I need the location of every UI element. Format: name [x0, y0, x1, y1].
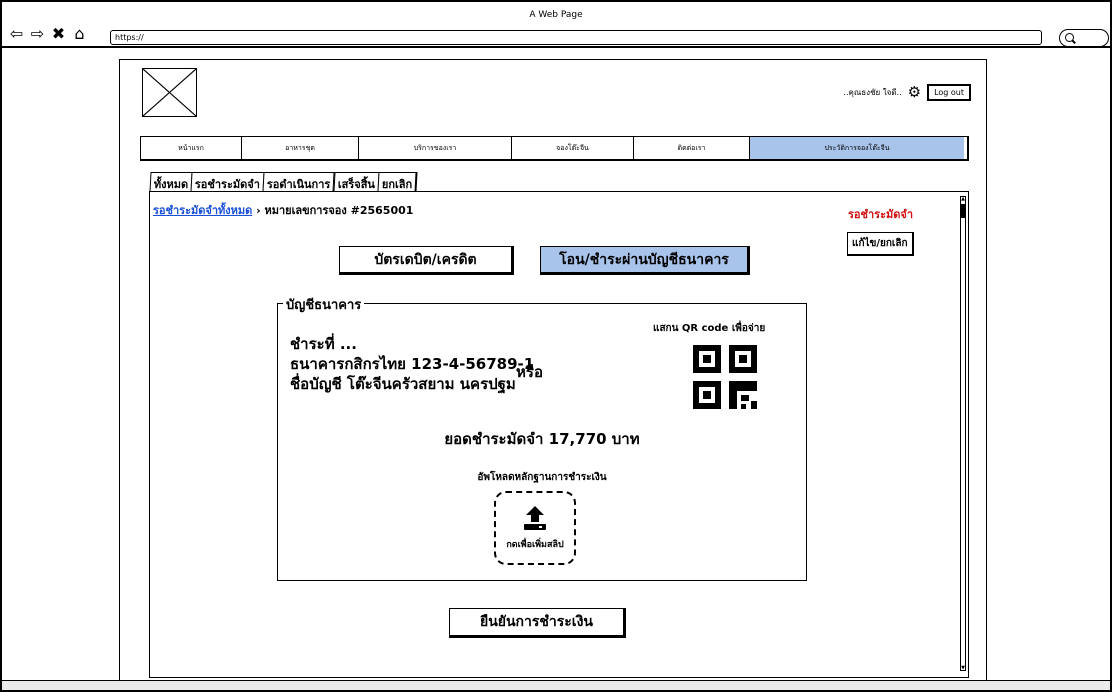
- upload-label: อัพโหลดหลักฐานการชำระเงิน: [477, 472, 607, 483]
- menu-item-services[interactable]: บริการของเรา: [359, 137, 512, 159]
- tab-cancelled[interactable]: ยกเลิก: [377, 172, 418, 192]
- content-panel: ▲ ▼ รอชำระมัดจำทั้งหมด › หมายเลขการจอง #…: [149, 191, 969, 678]
- user-area: ..คุณธงชัย ใจดี.. ⚙ Log out: [843, 84, 971, 101]
- upload-icon: [524, 506, 546, 530]
- tab-awaiting-deposit[interactable]: รอชำระมัดจำ: [190, 172, 266, 192]
- forward-arrow-icon[interactable]: ⇨: [29, 26, 46, 42]
- qr-label: แสกน QR code เพื่อจ่าย: [653, 323, 766, 334]
- tab-in-progress[interactable]: รอดำเนินการ: [262, 172, 337, 192]
- breadcrumb: รอชำระมัดจำทั้งหมด › หมายเลขการจอง #2565…: [153, 201, 413, 219]
- edit-cancel-button[interactable]: แก้ไข/ยกเลิก: [847, 232, 914, 256]
- menu-item-book-table[interactable]: จองโต๊ะจีน: [512, 137, 634, 159]
- breadcrumb-current: หมายเลขการจอง #2565001: [264, 204, 414, 217]
- gear-icon[interactable]: ⚙: [908, 85, 921, 100]
- bank-number-line: ธนาคารกสิกรไทย 123-4-56789-1: [290, 355, 535, 373]
- bank-account-box: บัญชีธนาคาร ชำระที่ ... ธนาคารกสิกรไทย 1…: [277, 294, 807, 581]
- menu-item-set-menu[interactable]: อาหารชุด: [242, 137, 359, 159]
- browser-search-button[interactable]: [1059, 29, 1109, 47]
- breadcrumb-link[interactable]: รอชำระมัดจำทั้งหมด: [153, 204, 252, 217]
- browser-window: A Web Page ⇦ ⇨ ✖ ⌂ https:// ..คุณธงชัย ใ…: [0, 0, 1112, 692]
- deposit-amount: ยอดชำระมัดจำ 17,770 บาท: [444, 430, 640, 448]
- tab-completed[interactable]: เสร็จสิ้น: [333, 172, 381, 192]
- qr-code-icon: [693, 345, 757, 409]
- scrollbar[interactable]: ▲ ▼: [960, 196, 966, 671]
- bank-details: ชำระที่ ... ธนาคารกสิกรไทย 123-4-56789-1…: [290, 334, 534, 394]
- logo-placeholder: [142, 68, 197, 117]
- search-icon: [1065, 33, 1074, 42]
- url-bar[interactable]: https://: [110, 30, 1042, 45]
- tab-all[interactable]: ทั้งหมด: [149, 172, 194, 192]
- status-badge: รอชำระมัดจำ: [848, 208, 913, 221]
- logo-image: [143, 69, 196, 116]
- scroll-up-icon[interactable]: ▲: [960, 196, 966, 202]
- upload-slip-dropzone[interactable]: กดเพื่อเพิ่มสลิป: [494, 491, 576, 565]
- or-label: หรือ: [516, 363, 543, 381]
- confirm-payment-button[interactable]: ยืนยันการชำระเงิน: [449, 608, 626, 638]
- menu-item-contact[interactable]: ติดต่อเรา: [634, 137, 750, 159]
- window-title: A Web Page: [529, 10, 583, 20]
- menu-item-home[interactable]: หน้าแรก: [141, 137, 242, 159]
- close-icon[interactable]: ✖: [50, 26, 67, 42]
- status-tabs: ทั้งหมด รอชำระมัดจำ รอดำเนินการ เสร็จสิ้…: [149, 172, 418, 192]
- menu-item-booking-history[interactable]: ประวัติการจองโต๊ะจีน: [750, 137, 964, 159]
- page-canvas: ..คุณธงชัย ใจดี.. ⚙ Log out หน้าแรก อาหา…: [119, 59, 987, 685]
- home-icon[interactable]: ⌂: [71, 26, 88, 42]
- main-menu: หน้าแรก อาหารชุด บริการของเรา จองโต๊ะจีน…: [140, 136, 969, 161]
- browser-nav-buttons: ⇦ ⇨ ✖ ⌂: [8, 26, 88, 42]
- pay-to-line: ชำระที่ ...: [290, 335, 357, 353]
- browser-statusbar: [2, 680, 1110, 690]
- back-arrow-icon[interactable]: ⇦: [8, 26, 25, 42]
- browser-titlebar: A Web Page ⇦ ⇨ ✖ ⌂ https://: [2, 2, 1110, 48]
- breadcrumb-separator: ›: [252, 204, 265, 217]
- scroll-down-icon[interactable]: ▼: [960, 665, 966, 671]
- scrollbar-thumb[interactable]: [961, 204, 965, 218]
- user-name: ..คุณธงชัย ใจดี..: [843, 88, 902, 97]
- logout-button[interactable]: Log out: [927, 84, 971, 101]
- upload-slip-text: กดเพื่อเพิ่มสลิป: [506, 540, 564, 550]
- account-name-line: ชื่อบัญชี โต๊ะจีนครัวสยาม นครปฐม: [290, 375, 516, 393]
- pay-by-card-button[interactable]: บัตรเดบิต/เครดิต: [339, 246, 514, 275]
- bank-legend: บัญชีธนาคาร: [283, 294, 365, 315]
- pay-by-bank-button[interactable]: โอน/ชำระผ่านบัญชีธนาคาร: [540, 246, 750, 275]
